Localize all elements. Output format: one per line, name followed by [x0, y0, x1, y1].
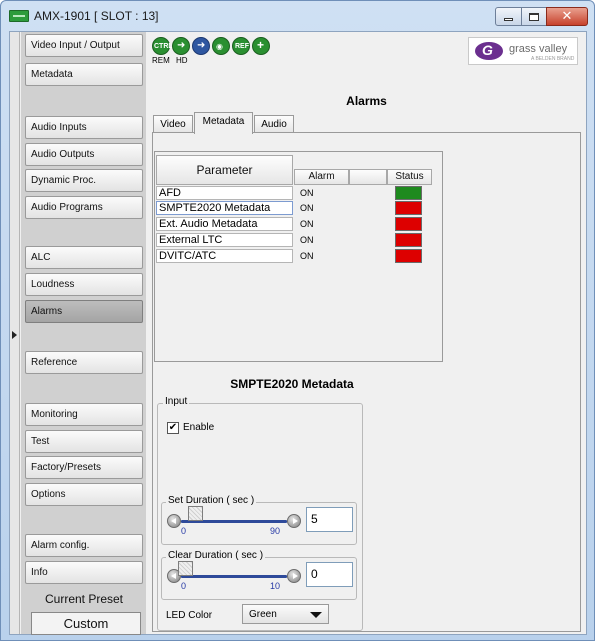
status-indicator — [395, 186, 422, 200]
sidebar-item-audio-outputs[interactable]: Audio Outputs — [25, 143, 143, 166]
column-header-alarm: Alarm — [294, 169, 349, 185]
logo-subtext: A BELDEN BRAND — [531, 56, 575, 62]
clear-duration-slider-thumb[interactable] — [178, 561, 193, 576]
sidebar: Video Input / Output Metadata Audio Inpu… — [21, 32, 146, 635]
row-parameter: External LTC — [156, 233, 293, 247]
sidebar-item-audio-programs[interactable]: Audio Programs — [25, 196, 143, 219]
minimize-button[interactable] — [495, 7, 522, 26]
gv-mark-icon — [475, 42, 503, 60]
alarm-table: Parameter Alarm Status AFD ON SMPTE2020 … — [154, 151, 443, 362]
page-title: Alarms — [346, 94, 387, 108]
sidebar-item-alarms[interactable]: Alarms — [25, 300, 143, 323]
set-duration-legend: Set Duration ( sec ) — [166, 495, 257, 506]
close-button[interactable]: ✕ — [546, 7, 588, 26]
enable-label: Enable — [183, 422, 215, 433]
clear-duration-slider-track[interactable] — [181, 575, 287, 578]
output-arrow-icon: ➜ — [192, 37, 210, 55]
main-panel: CTRL REM ➜ HD ➜ ◉ REF + G grass valley A… — [147, 32, 586, 634]
sidebar-item-factory-presets[interactable]: Factory/Presets — [25, 456, 143, 479]
minimize-icon — [504, 18, 513, 21]
ctrl-status-icon: CTRL — [152, 37, 173, 55]
sidebar-item-monitoring[interactable]: Monitoring — [25, 403, 143, 426]
set-duration-min: 0 — [181, 526, 187, 536]
sidebar-item-audio-inputs[interactable]: Audio Inputs — [25, 116, 143, 139]
ref-status-icon: REF — [232, 37, 250, 55]
clear-duration-max: 10 — [270, 581, 281, 591]
clear-duration-legend: Clear Duration ( sec ) — [166, 550, 266, 561]
collapse-strip[interactable] — [10, 32, 20, 634]
sidebar-item-loudness[interactable]: Loudness — [25, 273, 143, 296]
clear-duration-group: Clear Duration ( sec ) 0 10 0 — [161, 550, 357, 600]
column-header-parameter: Parameter — [156, 155, 293, 185]
sidebar-item-options[interactable]: Options — [25, 483, 143, 506]
sidebar-item-alc[interactable]: ALC — [25, 246, 143, 269]
set-duration-input[interactable]: 5 — [306, 507, 353, 532]
sidebar-item-dynamic-proc[interactable]: Dynamic Proc. — [25, 169, 143, 192]
row-alarm: ON — [300, 203, 314, 213]
hd-label: HD — [176, 56, 188, 65]
tab-audio[interactable]: Audio — [254, 115, 294, 133]
set-duration-increment-button[interactable] — [287, 514, 301, 528]
sidebar-item-reference[interactable]: Reference — [25, 351, 143, 374]
maximize-icon — [529, 12, 539, 21]
row-alarm: ON — [300, 235, 314, 245]
set-duration-max: 90 — [270, 526, 281, 536]
enable-checkbox[interactable]: ✔ — [167, 422, 179, 434]
audio-status-icon: ◉ — [212, 37, 230, 55]
input-legend: Input — [163, 396, 190, 407]
close-icon: ✕ — [561, 9, 573, 24]
sidebar-item-test[interactable]: Test — [25, 430, 143, 453]
detail-title: SMPTE2020 Metadata — [230, 377, 354, 391]
window-title: AMX-1901 [ SLOT : 13] — [34, 9, 159, 23]
clear-duration-min: 0 — [181, 581, 187, 591]
sidebar-item-metadata[interactable]: Metadata — [25, 63, 143, 86]
set-duration-decrement-button[interactable] — [167, 514, 181, 528]
logo-text: grass valley — [509, 43, 568, 55]
row-parameter: DVITC/ATC — [156, 249, 293, 263]
status-indicator — [395, 217, 422, 231]
set-duration-slider-thumb[interactable] — [188, 506, 203, 521]
status-indicator — [395, 233, 422, 247]
input-arrow-icon: ➜ — [172, 37, 190, 55]
row-parameter: SMPTE2020 Metadata — [156, 201, 293, 215]
rem-label: REM — [152, 56, 170, 65]
clear-duration-increment-button[interactable] — [287, 569, 301, 583]
led-color-value: Green — [249, 609, 277, 620]
app-window: AMX-1901 [ SLOT : 13] ✕ Video Input / Ou… — [0, 0, 595, 641]
app-icon — [9, 10, 29, 22]
chevron-down-icon — [310, 612, 322, 618]
client-area: Video Input / Output Metadata Audio Inpu… — [9, 31, 587, 635]
set-duration-group: Set Duration ( sec ) 0 90 5 — [161, 495, 357, 545]
title-bar: AMX-1901 [ SLOT : 13] ✕ — [1, 1, 594, 31]
tab-video[interactable]: Video — [153, 115, 193, 133]
grass-valley-logo: grass valley A BELDEN BRAND — [468, 37, 578, 65]
row-alarm: ON — [300, 251, 314, 261]
plus-status-icon: + — [252, 37, 270, 55]
sidebar-item-alarm-config[interactable]: Alarm config. — [25, 534, 143, 557]
row-alarm: ON — [300, 219, 314, 229]
led-color-select[interactable]: Green — [242, 604, 329, 624]
current-preset-value: Custom — [31, 612, 141, 635]
expand-arrow-icon[interactable] — [12, 331, 17, 339]
column-header-blank — [349, 169, 387, 185]
row-parameter: Ext. Audio Metadata — [156, 217, 293, 231]
status-indicator — [395, 201, 422, 215]
current-preset-label: Current Preset — [44, 592, 124, 606]
maximize-button[interactable] — [521, 7, 547, 26]
row-alarm: ON — [300, 188, 314, 198]
led-color-label: LED Color — [166, 610, 213, 621]
sidebar-item-info[interactable]: Info — [25, 561, 143, 584]
column-header-status: Status — [387, 169, 432, 185]
tab-metadata[interactable]: Metadata — [194, 112, 253, 134]
input-group: Input ✔ Enable Set Duration ( sec ) 0 90… — [157, 396, 363, 631]
sidebar-item-video-input-output[interactable]: Video Input / Output — [25, 34, 143, 57]
clear-duration-input[interactable]: 0 — [306, 562, 353, 587]
row-parameter: AFD — [156, 186, 293, 200]
status-indicator — [395, 249, 422, 263]
